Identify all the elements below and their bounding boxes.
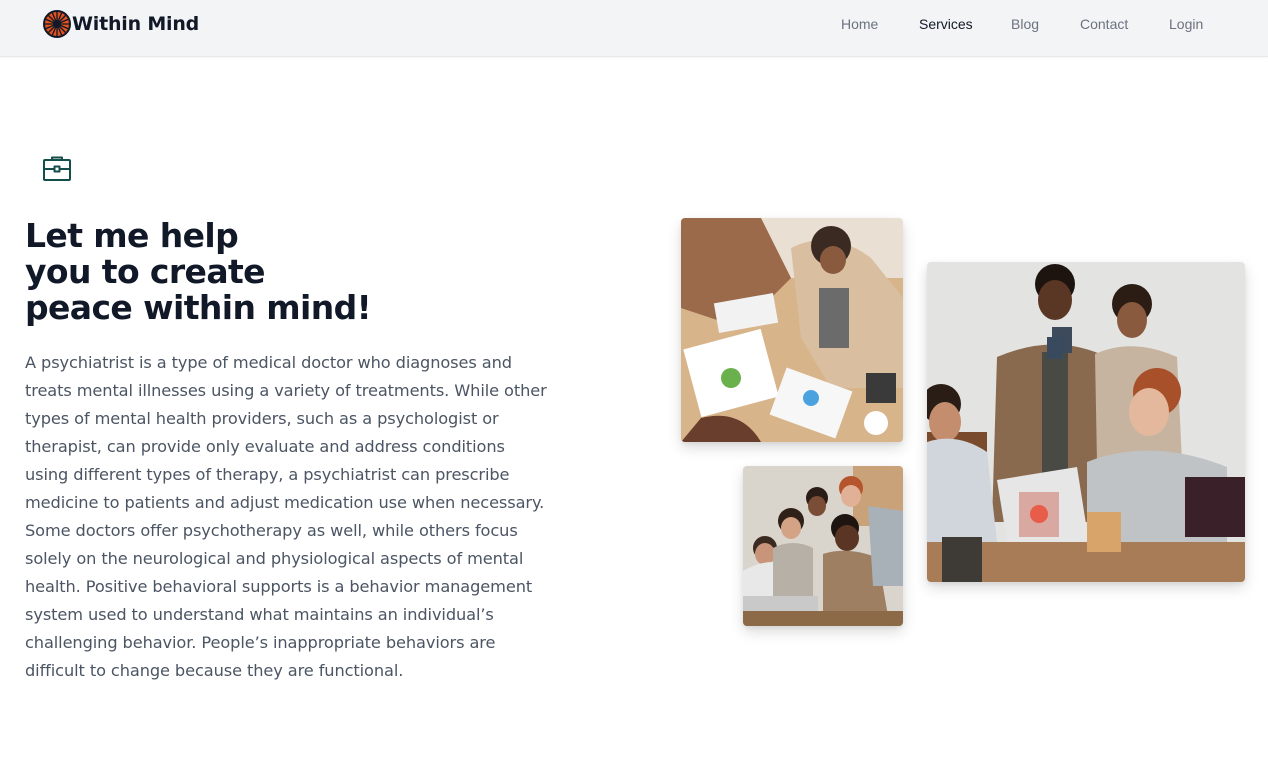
briefcase-icon [43, 156, 71, 181]
hero-title-line: Let me help [25, 216, 239, 255]
team-meeting-photo [681, 218, 903, 442]
hero-title-line: you to create [25, 252, 266, 291]
nav-services-link[interactable]: Services [919, 16, 973, 32]
hero-title-line: peace within mind! [25, 288, 372, 327]
group-laptop-photo [743, 466, 903, 626]
hero-title: Let me help you to create peace within m… [25, 218, 585, 326]
hero-description: A psychiatrist is a type of medical doct… [25, 353, 547, 680]
top-navbar: Within Mind Home Services Blog Contact L… [0, 0, 1268, 57]
flower-logo-icon [43, 10, 71, 38]
office-colleagues-photo [927, 262, 1245, 582]
nav-home-link[interactable]: Home [841, 16, 878, 32]
nav-login-link[interactable]: Login [1169, 16, 1203, 32]
brand-name: Within Mind [72, 13, 200, 35]
nav-contact-link[interactable]: Contact [1080, 16, 1128, 32]
brand-link[interactable]: Within Mind [43, 10, 199, 38]
nav-blog-link[interactable]: Blog [1011, 16, 1039, 32]
